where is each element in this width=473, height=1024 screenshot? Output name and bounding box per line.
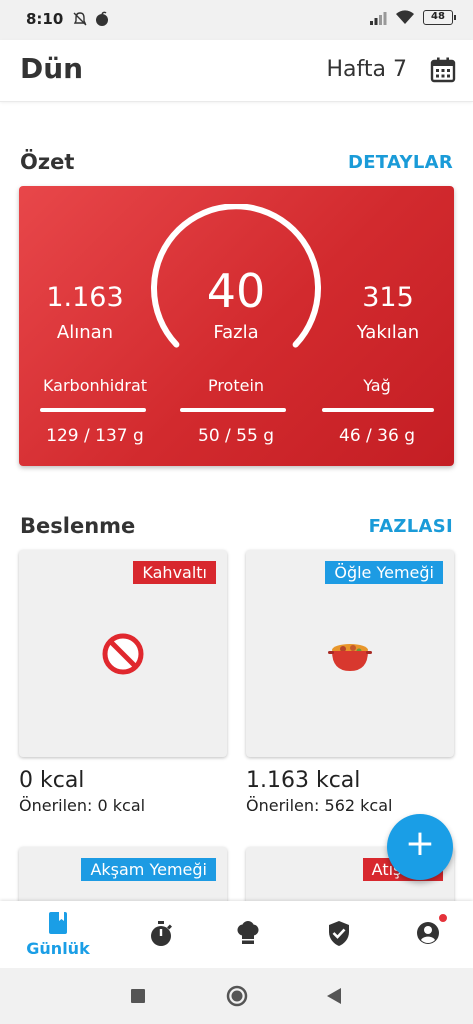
muted-bell-icon [73,12,87,26]
lunch-kcal: 1.163 kcal [246,768,361,793]
diary-icon [49,912,67,934]
nav-item-profile[interactable] [381,901,473,968]
recents-button[interactable] [131,989,145,1003]
fat-label: Yağ [363,376,391,395]
bottom-navigation: Günlük [0,901,473,968]
carbs-progress-bar [40,408,146,412]
back-button[interactable] [326,987,342,1005]
app-header: Dün Hafta 7 [0,40,473,102]
status-bar: 8:10 48 [0,0,473,40]
burned-label: Yakılan [356,322,420,343]
burned-value: 315 [362,282,414,313]
dinner-card[interactable]: Akşam Yemeği [19,847,227,907]
signal-icon [370,11,387,25]
chef-hat-icon [237,921,259,944]
protein-label: Protein [207,376,265,395]
pot-of-food-icon [328,644,372,671]
week-label[interactable]: Hafta 7 [327,57,407,82]
shield-check-icon [329,921,349,946]
lunch-card[interactable]: Öğle Yemeği [246,550,454,757]
summary-section-title: Özet [20,150,75,174]
nav-label-diary: Günlük [26,939,90,958]
account-icon [417,922,439,944]
fat-value: 46 / 36 g [339,426,415,446]
surplus-value: 40 [206,264,266,318]
intake-value: 1.163 [46,282,124,313]
prohibited-icon [102,633,144,675]
nav-item-premium[interactable] [292,901,386,968]
protein-value: 50 / 55 g [198,426,274,446]
breakfast-kcal: 0 kcal [19,768,85,793]
add-button[interactable]: + [387,814,453,880]
more-link[interactable]: FAZLASI [369,516,453,537]
calendar-icon[interactable] [429,56,457,84]
intake-label: Alınan [56,322,114,343]
breakfast-recommended: Önerilen: 0 kcal [19,796,146,815]
app-notification-icon [96,11,108,26]
nutrition-section-title: Beslenme [20,514,136,538]
plus-icon: + [404,823,436,864]
nav-item-timer[interactable] [113,901,207,968]
surplus-label: Fazla [213,322,259,343]
nav-item-diary[interactable]: Günlük [11,901,105,968]
notification-badge [438,913,448,923]
nav-item-recipes[interactable] [201,901,295,968]
wifi-icon [396,10,414,24]
page-title: Dün [20,52,84,85]
details-link[interactable]: DETAYLAR [348,152,453,173]
timer-icon [151,921,172,946]
carbs-label: Karbonhidrat [42,376,148,395]
home-button[interactable] [226,985,248,1007]
lunch-recommended: Önerilen: 562 kcal [246,796,393,815]
breakfast-card[interactable]: Kahvaltı [19,550,227,757]
breakfast-tag: Kahvaltı [133,561,216,584]
carbs-value: 129 / 137 g [46,426,144,446]
fat-progress-bar [322,408,434,412]
summary-card[interactable]: 1.163 Alınan 40 Fazla 315 Yakılan Karbon… [19,186,454,466]
protein-progress-bar [180,408,286,412]
dinner-tag: Akşam Yemeği [81,858,216,881]
system-navigation-bar [0,968,473,1024]
battery-indicator: 48 [423,10,456,25]
status-time: 8:10 [26,10,64,28]
lunch-tag: Öğle Yemeği [325,561,443,584]
